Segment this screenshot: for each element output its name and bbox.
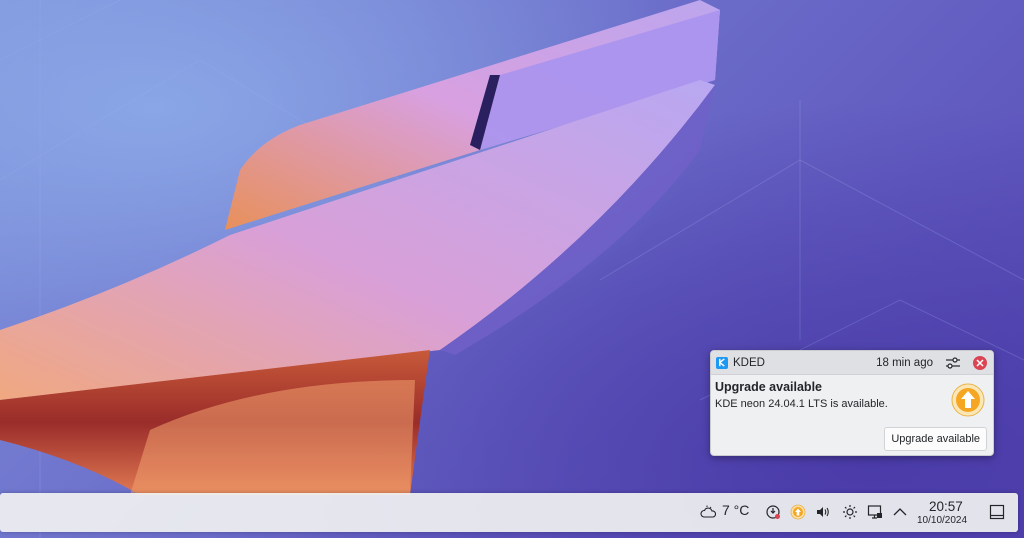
notification-time: 18 min ago <box>876 356 933 369</box>
desktop-wallpaper <box>0 0 1024 538</box>
notification-app-name: KDED <box>733 356 765 369</box>
brightness-icon[interactable] <box>842 504 858 520</box>
upgrade-arrow-icon <box>951 383 985 417</box>
weather-temperature[interactable]: 7 °C <box>722 502 749 518</box>
update-icon[interactable] <box>790 504 806 520</box>
notification-popup[interactable]: KDED 18 min ago Upgrade available KDE ne… <box>710 350 994 456</box>
chevron-up-icon[interactable] <box>892 504 908 520</box>
volume-icon[interactable] <box>815 504 831 520</box>
network-wired-icon[interactable] <box>867 504 883 520</box>
clock-date[interactable]: 10/10/2024 <box>917 515 967 526</box>
upgrade-action-button[interactable]: Upgrade available <box>884 427 987 451</box>
taskbar-panel: 7 °C 20:57 10/10/2024 <box>0 493 1018 532</box>
cloud-icon[interactable] <box>700 504 716 520</box>
close-icon[interactable] <box>973 355 987 370</box>
notification-header: KDED 18 min ago <box>711 351 993 375</box>
network-sync-icon[interactable] <box>765 504 781 520</box>
sliders-icon[interactable] <box>945 355 961 371</box>
kde-icon <box>716 356 728 369</box>
show-desktop-icon[interactable] <box>989 504 1005 520</box>
clock-time[interactable]: 20:57 <box>929 499 963 514</box>
